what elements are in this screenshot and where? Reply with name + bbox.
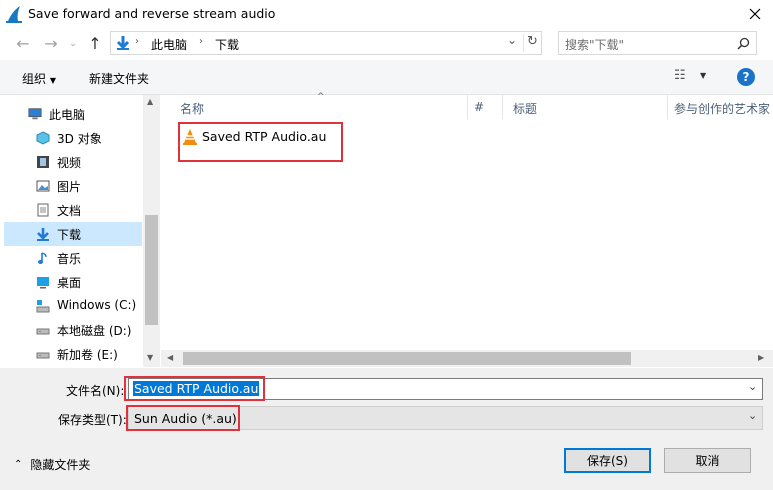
- nav-item-this-pc[interactable]: 此电脑: [0, 102, 138, 126]
- drive-icon: [36, 352, 50, 359]
- close-icon: [749, 8, 761, 20]
- address-dropdown-icon[interactable]: ⌄: [507, 33, 517, 47]
- desktop-icon: [37, 277, 49, 289]
- column-number[interactable]: #: [474, 100, 484, 114]
- hide-folders-label: 隐藏文件夹: [30, 458, 91, 472]
- divider: [523, 34, 524, 52]
- back-button[interactable]: ←: [12, 32, 34, 54]
- column-divider: [467, 95, 468, 119]
- file-name: Saved RTP Audio.au: [202, 129, 327, 144]
- nav-item-label: 视频: [57, 156, 82, 170]
- nav-item-label: Windows (C:): [57, 298, 137, 312]
- nav-item-label: 3D 对象: [57, 132, 102, 146]
- up-button[interactable]: ↑: [84, 32, 106, 54]
- nav-item-label: 图片: [57, 180, 82, 194]
- nav-item-label: 下载: [57, 228, 82, 242]
- nav-item-new-volume-e[interactable]: 新加卷 (E:): [4, 342, 142, 366]
- breadcrumb-chevron-icon: ›: [135, 36, 139, 47]
- column-name[interactable]: 名称: [180, 100, 204, 117]
- recent-locations-button[interactable]: ⌄: [62, 33, 84, 55]
- organize-label: 组织: [22, 72, 47, 86]
- scroll-right-icon[interactable]: ▶: [758, 353, 764, 362]
- title-bar: Save forward and reverse stream audio: [0, 0, 773, 28]
- download-folder-icon: [116, 36, 130, 50]
- chevron-down-icon[interactable]: ⌄: [748, 380, 757, 393]
- nav-item-label: 音乐: [57, 252, 82, 266]
- chevron-down-icon: ⌄: [69, 39, 77, 49]
- sort-up-icon: ^: [317, 92, 325, 102]
- navigation-pane: 此电脑 3D 对象 视频 图片 文档 下载 音乐 桌面 Windows (C:)…: [0, 95, 160, 367]
- file-row[interactable]: Saved RTP Audio.au: [182, 128, 340, 148]
- nav-item-label: 本地磁盘 (D:): [57, 324, 132, 338]
- cancel-button[interactable]: 取消: [664, 448, 751, 473]
- 3d-objects-icon: [36, 131, 50, 145]
- column-divider: [667, 95, 668, 119]
- search-placeholder: 搜索"下载": [565, 38, 625, 52]
- highlight-box: [124, 376, 265, 401]
- arrow-right-icon: →: [44, 33, 58, 53]
- arrow-left-icon: ←: [16, 33, 30, 53]
- nav-item-3d-objects[interactable]: 3D 对象: [4, 126, 142, 150]
- nav-item-label: 文档: [57, 204, 82, 218]
- search-icon: [737, 37, 750, 50]
- drive-icon: [36, 328, 50, 335]
- nav-item-desktop[interactable]: 桌面: [4, 270, 142, 294]
- filetype-label: 保存类型(T):: [58, 413, 127, 427]
- organize-button[interactable]: 组织 ▼: [22, 70, 56, 87]
- toolbar: 组织 ▼ 新建文件夹 ☷ ▼ ?: [0, 60, 773, 95]
- column-divider: [502, 95, 503, 119]
- refresh-icon[interactable]: ↻: [527, 34, 538, 49]
- nav-item-label: 桌面: [57, 276, 82, 290]
- nav-item-label: 此电脑: [49, 108, 86, 122]
- nav-item-video[interactable]: 视频: [4, 150, 142, 174]
- close-button[interactable]: [737, 0, 773, 28]
- breadcrumb-item[interactable]: 下载: [215, 36, 239, 53]
- search-input[interactable]: 搜索"下载": [558, 31, 757, 55]
- highlight-box: [126, 405, 240, 431]
- address-bar[interactable]: › 此电脑 › 下载 ⌄ ↻: [110, 31, 542, 55]
- chevron-up-icon: ⌃: [14, 459, 23, 470]
- caret-down-icon[interactable]: ▼: [700, 71, 706, 80]
- column-header: ^ 名称 # 标题 参与创作的艺术家: [161, 92, 773, 119]
- forward-button[interactable]: →: [40, 32, 62, 54]
- save-form-panel: 文件名(N): Saved RTP Audio.au ⌄ 保存类型(T): Su…: [0, 368, 773, 490]
- column-artist[interactable]: 参与创作的艺术家: [674, 100, 770, 117]
- scroll-down-icon[interactable]: ▼: [147, 353, 153, 362]
- column-title[interactable]: 标题: [513, 100, 537, 117]
- scroll-up-icon[interactable]: ▲: [147, 97, 153, 106]
- nav-scrollbar[interactable]: ▲ ▼: [143, 95, 160, 367]
- chevron-down-icon[interactable]: ⌄: [748, 409, 757, 422]
- nav-item-local-d[interactable]: 本地磁盘 (D:): [4, 318, 142, 342]
- save-button[interactable]: 保存(S): [564, 448, 651, 473]
- new-folder-button[interactable]: 新建文件夹: [89, 70, 149, 87]
- nav-item-downloads[interactable]: 下载: [4, 222, 142, 246]
- hide-folders-toggle[interactable]: ⌃ 隐藏文件夹: [14, 456, 90, 473]
- breadcrumb-item[interactable]: 此电脑: [151, 36, 187, 53]
- documents-icon: [37, 203, 49, 217]
- music-icon: [38, 252, 47, 264]
- scroll-left-icon[interactable]: ◀: [167, 353, 173, 362]
- wireshark-fin-icon: [6, 6, 22, 23]
- scroll-thumb[interactable]: [145, 215, 158, 325]
- window-title: Save forward and reverse stream audio: [28, 6, 276, 21]
- download-icon: [37, 228, 49, 241]
- filename-label: 文件名(N):: [66, 384, 125, 398]
- help-icon[interactable]: ?: [737, 68, 755, 86]
- scroll-thumb[interactable]: [183, 352, 631, 365]
- nav-item-pictures[interactable]: 图片: [4, 174, 142, 198]
- caret-down-icon: ▼: [49, 76, 56, 85]
- pictures-icon: [36, 180, 50, 192]
- nav-item-windows-c[interactable]: Windows (C:): [4, 294, 142, 318]
- vlc-icon: [183, 129, 197, 145]
- nav-item-documents[interactable]: 文档: [4, 198, 142, 222]
- video-icon: [37, 156, 49, 168]
- windows-drive-icon: [36, 300, 50, 313]
- arrow-up-icon: ↑: [88, 33, 102, 53]
- breadcrumb-chevron-icon: ›: [199, 36, 203, 47]
- horizontal-scrollbar[interactable]: ◀ ▶: [161, 350, 773, 367]
- computer-icon: [28, 108, 42, 120]
- nav-item-music[interactable]: 音乐: [4, 246, 142, 270]
- nav-item-label: 新加卷 (E:): [57, 348, 118, 362]
- view-options-icon[interactable]: ☷: [674, 68, 686, 83]
